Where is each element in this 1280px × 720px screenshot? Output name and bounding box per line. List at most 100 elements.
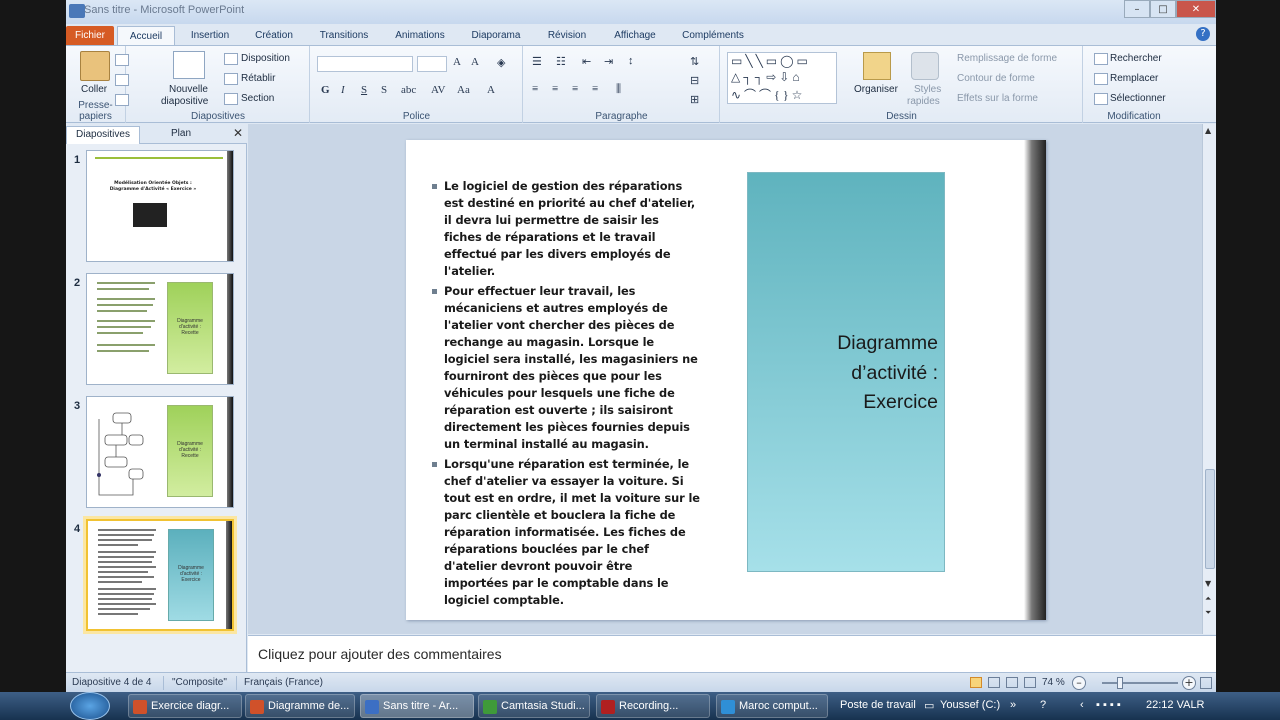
taskbar-item[interactable]: Sans titre - Ar... [360, 694, 474, 718]
tab-diaporama[interactable]: Diaporama [464, 26, 528, 46]
text-direction-icon[interactable]: ⇅ [690, 55, 699, 68]
reset-button[interactable]: Rétablir [241, 73, 275, 84]
start-button[interactable] [70, 692, 110, 720]
new-slide-label-1[interactable]: Nouvelle [169, 84, 208, 95]
powerpoint-icon[interactable] [69, 4, 85, 18]
tab-affichage[interactable]: Affichage [604, 26, 666, 46]
zoom-level[interactable]: 74 % [1042, 677, 1065, 688]
zoom-in-icon[interactable]: + [1182, 676, 1196, 690]
slideshow-icon[interactable] [1024, 677, 1036, 688]
strike-icon[interactable]: abc [401, 84, 416, 96]
show-hidden-icon[interactable]: ‹ [1080, 699, 1084, 711]
shapes-gallery[interactable]: ▭ ╲ ╲ ▭ ◯ ▭ △ ┐ ┐ ⇨ ⇩ ⌂ ∿ ⌒ ⌒ { } ☆ [727, 52, 837, 104]
replace-button[interactable]: Remplacer [1110, 73, 1158, 84]
toolbar-label[interactable]: Poste de travail [840, 699, 916, 711]
slide-thumbnail-4[interactable]: Diagramme d'activité : Exercice [86, 519, 234, 631]
slide-thumbnail-3[interactable]: Diagramme d'activité : Recette [86, 396, 234, 508]
title-box[interactable]: Diagramme d’activité : Exercice [747, 172, 945, 572]
font-name-combo[interactable] [317, 56, 413, 72]
section-button[interactable]: Section [241, 93, 274, 104]
shape-effects-button[interactable]: Effets sur la forme [957, 93, 1038, 104]
slide-thumbnail-1[interactable]: Modélisation Orientée Objets : Diagramme… [86, 150, 234, 262]
tab-accueil[interactable]: Accueil [117, 26, 175, 46]
tab-complements[interactable]: Compléments [676, 26, 750, 46]
find-button[interactable]: Rechercher [1110, 53, 1162, 64]
align-text-icon[interactable]: ⊟ [690, 74, 699, 87]
line-spacing-icon[interactable]: ↕ [628, 55, 634, 67]
reading-view-icon[interactable] [1006, 677, 1018, 688]
shape-fill-button[interactable]: Remplissage de forme [957, 53, 1057, 64]
zoom-slider[interactable] [1102, 682, 1178, 684]
clock[interactable]: 22:12 VALR [1146, 699, 1205, 711]
bullets-icon[interactable]: ☰ [532, 55, 542, 68]
bold-icon[interactable]: G [321, 84, 330, 96]
taskbar-item[interactable]: Diagramme de... [245, 694, 355, 718]
bullet-item[interactable]: Lorsqu'une réparation est terminée, le c… [430, 456, 700, 610]
tab-outline[interactable]: Plan [146, 128, 216, 139]
align-center-icon[interactable]: ≡ [552, 83, 558, 95]
close-pane-icon[interactable]: ✕ [233, 126, 243, 140]
arrange-icon[interactable] [863, 52, 891, 80]
notes-placeholder[interactable]: Cliquez pour ajouter des commentaires [258, 646, 502, 662]
tray-arrow-icon[interactable]: » [1010, 699, 1016, 711]
bullet-item[interactable]: Le logiciel de gestion des réparations e… [430, 178, 700, 281]
select-button[interactable]: Sélectionner [1110, 93, 1166, 104]
align-right-icon[interactable]: ≡ [572, 83, 578, 95]
tab-slides[interactable]: Diapositives [66, 126, 140, 144]
scroll-thumb[interactable] [1205, 469, 1215, 569]
tab-revision[interactable]: Révision [540, 26, 594, 46]
fit-to-window-icon[interactable] [1200, 677, 1212, 689]
current-slide[interactable]: Le logiciel de gestion des réparations e… [406, 140, 1046, 620]
minimize-button[interactable]: – [1124, 0, 1150, 18]
prev-slide-icon[interactable]: ⏶ [1205, 594, 1211, 604]
smartart-icon[interactable]: ⊞ [690, 93, 699, 106]
justify-icon[interactable]: ≡ [592, 83, 598, 95]
font-color-icon[interactable]: A [487, 84, 495, 96]
spacing-icon[interactable]: AV [431, 84, 445, 96]
notes-pane[interactable]: Cliquez pour ajouter des commentaires [248, 635, 1216, 672]
taskbar-item[interactable]: Exercice diagr... [128, 694, 242, 718]
underline-icon[interactable]: S [361, 84, 367, 96]
slide-bullet-list[interactable]: Le logiciel de gestion des réparations e… [430, 178, 700, 611]
quick-styles-label-2[interactable]: rapides [907, 96, 940, 107]
tray-icons[interactable]: ▪ ▪ ▪ ▪ [1096, 699, 1121, 711]
quick-styles-icon[interactable] [911, 52, 939, 80]
zoom-out-icon[interactable]: – [1072, 676, 1086, 690]
maximize-button[interactable]: □ [1150, 0, 1176, 18]
quick-styles-label-1[interactable]: Styles [914, 84, 941, 95]
new-slide-label-2[interactable]: diapositive [161, 96, 208, 107]
help-icon[interactable]: ? [1196, 27, 1210, 41]
next-slide-icon[interactable]: ⏷ [1205, 608, 1211, 618]
slide-thumbnail-2[interactable]: Diagramme d'activité : Recette [86, 273, 234, 385]
paste-button[interactable]: Coller [81, 84, 107, 95]
scroll-down-icon[interactable]: ▼ [1205, 579, 1211, 588]
tab-creation[interactable]: Création [248, 26, 300, 46]
zoom-slider-knob[interactable] [1117, 677, 1123, 689]
decrease-indent-icon[interactable]: ⇤ [582, 55, 591, 68]
shrink-font-icon[interactable]: A [471, 56, 479, 68]
grow-font-icon[interactable]: A [453, 56, 461, 68]
tab-fichier[interactable]: Fichier [66, 26, 114, 46]
numbering-icon[interactable]: ☷ [556, 55, 566, 68]
font-size-combo[interactable] [417, 56, 447, 72]
layout-button[interactable]: Disposition [241, 53, 290, 64]
normal-view-icon[interactable] [970, 677, 982, 688]
italic-icon[interactable]: I [341, 84, 345, 96]
arrange-button[interactable]: Organiser [854, 84, 898, 95]
close-button[interactable]: ✕ [1176, 0, 1216, 18]
tab-insertion[interactable]: Insertion [184, 26, 236, 46]
tab-transitions[interactable]: Transitions [312, 26, 376, 46]
bullet-item[interactable]: Pour effectuer leur travail, les mécanic… [430, 283, 700, 454]
columns-icon[interactable]: ⫼ [616, 83, 621, 96]
case-icon[interactable]: Aa [457, 84, 470, 96]
shape-outline-button[interactable]: Contour de forme [957, 73, 1035, 84]
paste-icon[interactable] [80, 51, 110, 81]
vertical-scrollbar[interactable]: ▲ ▼ ⏶ ⏷ [1202, 124, 1216, 634]
increase-indent-icon[interactable]: ⇥ [604, 55, 613, 68]
align-left-icon[interactable]: ≡ [532, 83, 538, 95]
taskbar-item[interactable]: Maroc comput... [716, 694, 828, 718]
shadow-icon[interactable]: S [381, 84, 387, 96]
help-tray-icon[interactable]: ? [1040, 699, 1046, 711]
taskbar-item[interactable]: Recording... [596, 694, 710, 718]
tab-animations[interactable]: Animations [388, 26, 452, 46]
